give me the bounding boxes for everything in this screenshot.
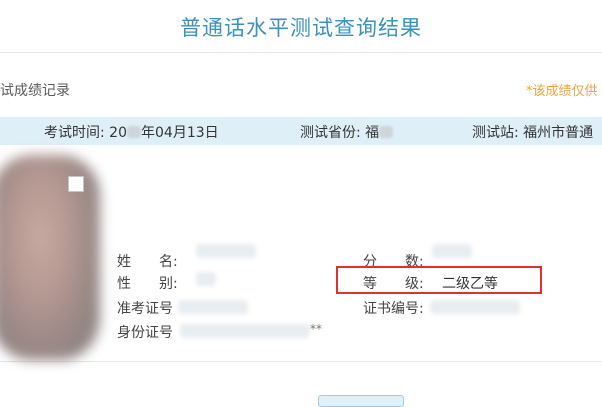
ticket-value-redacted [178,300,248,314]
redacted-mark [127,126,141,138]
id-value-redacted [180,324,310,338]
exam-time: 考试时间: 20 年04月13日 [44,122,219,142]
gender-label: 性 别: [117,276,178,292]
station-label: 测试站: [472,125,519,141]
exam-time-prefix: 20 [109,125,127,141]
province-label: 测试省份: [300,125,361,141]
score-value-redacted [432,244,472,258]
id-tail: ** [310,322,322,336]
notice-text: *该成绩仅供 [526,84,598,99]
page-title: 普通话水平测试查询结果 [180,16,422,40]
test-station: 测试站: 福州市普通 [472,122,593,142]
exam-time-suffix: 年04月13日 [141,125,219,141]
section-label: 试成绩记录 [0,83,70,99]
id-label: 身份证号 [117,325,173,341]
station-value: 福州市普通 [523,125,594,141]
test-province: 测试省份: 福 [300,122,394,142]
grade-highlight-box [336,266,542,294]
exam-time-label: 考试时间: [44,125,105,141]
province-value: 福 [365,125,380,141]
ticket-label: 准考证号 [117,301,173,317]
redacted-mark [379,126,394,138]
photo-frame-corner [68,176,84,192]
name-value-redacted [196,244,256,258]
cert-label: 证书编号: [363,301,424,317]
name-label: 姓 名: [117,254,178,270]
gender-value-redacted [196,272,216,286]
query-button[interactable] [318,395,404,407]
exam-info-bar: 考试时间: 20 年04月13日 测试省份: 福 测试站: 福州市普通 [0,117,602,145]
candidate-photo [0,155,100,360]
cert-value-redacted [430,300,520,314]
